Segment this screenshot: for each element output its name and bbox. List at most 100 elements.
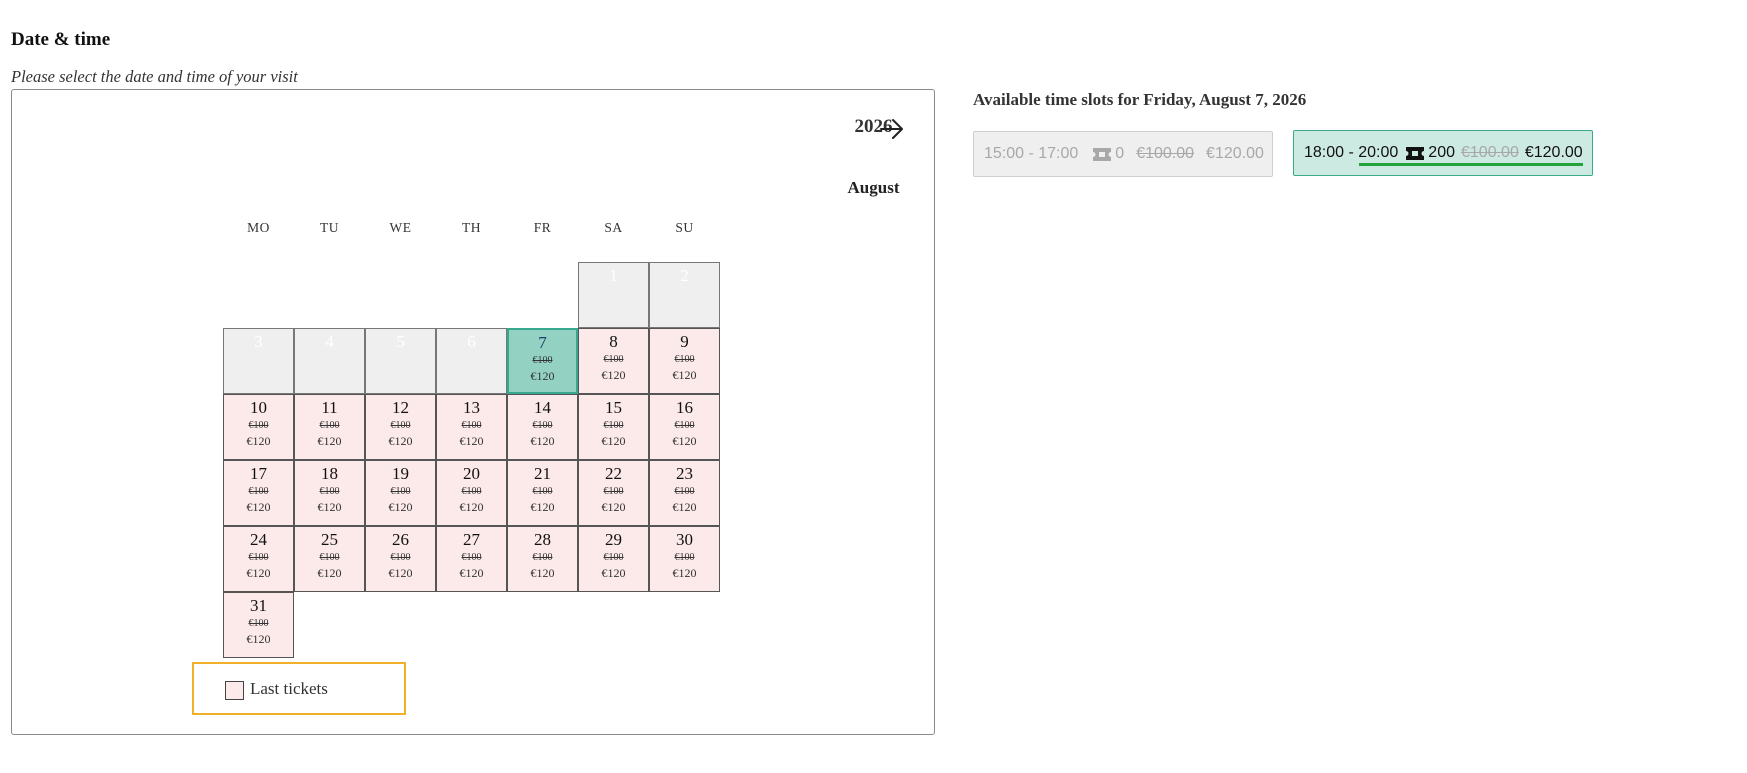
day-number: 2 <box>680 266 689 285</box>
day-number: 26 <box>392 530 409 549</box>
day-new-price: €120 <box>317 434 342 448</box>
calendar-day-17[interactable]: 17 €100 €120 <box>223 460 294 526</box>
day-new-price: €120 <box>459 434 484 448</box>
calendar-day-22[interactable]: 22 €100 €120 <box>578 460 649 526</box>
day-old-price: €100 <box>248 420 269 431</box>
day-number: 3 <box>254 332 263 351</box>
day-new-price: €120 <box>246 566 271 580</box>
calendar-day-21[interactable]: 21 €100 €120 <box>507 460 578 526</box>
day-number: 28 <box>534 530 551 549</box>
calendar-day-20[interactable]: 20 €100 €120 <box>436 460 507 526</box>
ticket-icon <box>1406 146 1425 160</box>
calendar-day-9[interactable]: 9 €100 €120 <box>649 328 720 394</box>
day-new-price: €120 <box>459 566 484 580</box>
day-new-price: €120 <box>530 434 555 448</box>
day-number: 10 <box>250 398 267 417</box>
slot-new-price: €120.00 <box>1206 145 1264 162</box>
calendar-day-23[interactable]: 23 €100 €120 <box>649 460 720 526</box>
day-number: 14 <box>534 398 551 417</box>
calendar-day-29[interactable]: 29 €100 €120 <box>578 526 649 592</box>
day-new-price: €120 <box>601 500 626 514</box>
day-new-price: €120 <box>530 500 555 514</box>
day-old-price: €100 <box>319 420 340 431</box>
day-new-price: €120 <box>672 368 697 382</box>
slot-tickets: 0 <box>1115 145 1125 162</box>
calendar-day-19[interactable]: 19 €100 €120 <box>365 460 436 526</box>
weekday-header: SU <box>675 220 694 235</box>
day-number: 7 <box>538 333 547 352</box>
calendar-day-15[interactable]: 15 €100 €120 <box>578 394 649 460</box>
day-old-price: €100 <box>248 552 269 563</box>
day-number: 12 <box>392 398 409 417</box>
ticket-icon <box>1093 147 1112 161</box>
day-old-price: €100 <box>603 486 624 497</box>
day-number: 8 <box>609 332 618 351</box>
calendar-day-14[interactable]: 14 €100 €120 <box>507 394 578 460</box>
day-old-price: €100 <box>674 354 695 365</box>
calendar-day-12[interactable]: 12 €100 €120 <box>365 394 436 460</box>
day-new-price: €120 <box>672 500 697 514</box>
day-number: 23 <box>676 464 693 483</box>
day-new-price: €120 <box>459 500 484 514</box>
day-number: 22 <box>605 464 622 483</box>
day-old-price: €100 <box>532 552 553 563</box>
calendar-day-24[interactable]: 24 €100 €120 <box>223 526 294 592</box>
arrow-right-icon[interactable] <box>877 114 907 144</box>
calendar-day-18[interactable]: 18 €100 €120 <box>294 460 365 526</box>
day-new-price: €120 <box>672 434 697 448</box>
day-new-price: €120 <box>601 368 626 382</box>
calendar-day-16[interactable]: 16 €100 €120 <box>649 394 720 460</box>
day-number: 25 <box>321 530 338 549</box>
day-number: 15 <box>605 398 622 417</box>
legend: Last tickets <box>192 662 406 715</box>
day-number: 6 <box>467 332 476 351</box>
weekday-header: MO <box>247 220 270 235</box>
slot-time: 15:00 - 17:00 <box>984 145 1079 162</box>
day-old-price: €100 <box>674 552 695 563</box>
day-old-price: €100 <box>603 420 624 431</box>
calendar-day-7[interactable]: 7 €100 €120 <box>507 328 578 394</box>
day-number: 20 <box>463 464 480 483</box>
day-old-price: €100 <box>674 420 695 431</box>
day-number: 16 <box>676 398 693 417</box>
weekday-header: WE <box>389 220 412 235</box>
time-slots-title: Available time slots for Friday, August … <box>973 90 1307 109</box>
calendar-day-13[interactable]: 13 €100 €120 <box>436 394 507 460</box>
day-new-price: €120 <box>317 566 342 580</box>
day-old-price: €100 <box>532 355 553 366</box>
calendar-day-31[interactable]: 31 €100 €120 <box>223 592 294 658</box>
slot-time: 18:00 - 20:00 <box>1304 144 1399 161</box>
time-slot-2[interactable]: 18:00 - 20:00 200 €100.00 €120.00 <box>1293 130 1593 176</box>
page-subtitle: Please select the date and time of your … <box>11 67 298 86</box>
calendar-day-28[interactable]: 28 €100 €120 <box>507 526 578 592</box>
page-title: Date & time <box>11 29 111 50</box>
day-new-price: €120 <box>246 434 271 448</box>
calendar-day-30[interactable]: 30 €100 €120 <box>649 526 720 592</box>
day-new-price: €120 <box>317 500 342 514</box>
calendar-day-11[interactable]: 11 €100 €120 <box>294 394 365 460</box>
day-new-price: €120 <box>388 434 413 448</box>
calendar-day-8[interactable]: 8 €100 €120 <box>578 328 649 394</box>
day-number: 1 <box>609 266 618 285</box>
day-old-price: €100 <box>390 552 411 563</box>
calendar-day-26[interactable]: 26 €100 €120 <box>365 526 436 592</box>
day-number: 21 <box>534 464 551 483</box>
day-number: 29 <box>605 530 622 549</box>
selected-slot-underline <box>1359 163 1583 166</box>
day-number: 19 <box>392 464 409 483</box>
day-old-price: €100 <box>532 420 553 431</box>
day-number: 24 <box>250 530 267 549</box>
day-old-price: €100 <box>461 486 482 497</box>
day-old-price: €100 <box>603 354 624 365</box>
day-number: 31 <box>250 596 267 615</box>
day-old-price: €100 <box>319 486 340 497</box>
calendar-day-3: 3 <box>223 328 294 394</box>
calendar-day-10[interactable]: 10 €100 €120 <box>223 394 294 460</box>
calendar-day-27[interactable]: 27 €100 €120 <box>436 526 507 592</box>
calendar-day-25[interactable]: 25 €100 €120 <box>294 526 365 592</box>
slot-old-price: €100.00 <box>1461 144 1519 161</box>
legend-label: Last tickets <box>250 679 328 698</box>
day-old-price: €100 <box>674 486 695 497</box>
day-number: 18 <box>321 464 338 483</box>
day-number: 4 <box>325 332 334 351</box>
